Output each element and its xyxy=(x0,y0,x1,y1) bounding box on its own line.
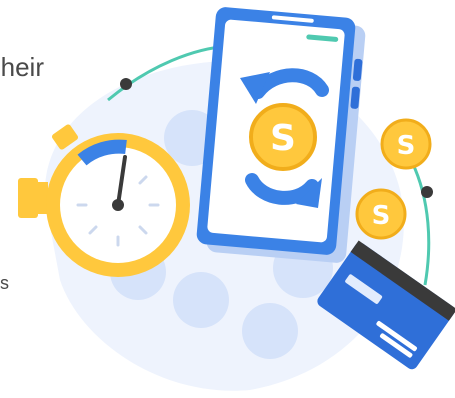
coin-icon-center: S xyxy=(249,103,317,171)
coin-icon-right-top: S xyxy=(380,118,432,170)
coin-symbol: S xyxy=(372,201,391,231)
payment-illustration: S S S xyxy=(18,7,455,391)
coin-symbol: S xyxy=(270,118,296,159)
coin-symbol: S xyxy=(397,131,416,161)
coin-icon-right-bottom: S xyxy=(355,188,407,240)
